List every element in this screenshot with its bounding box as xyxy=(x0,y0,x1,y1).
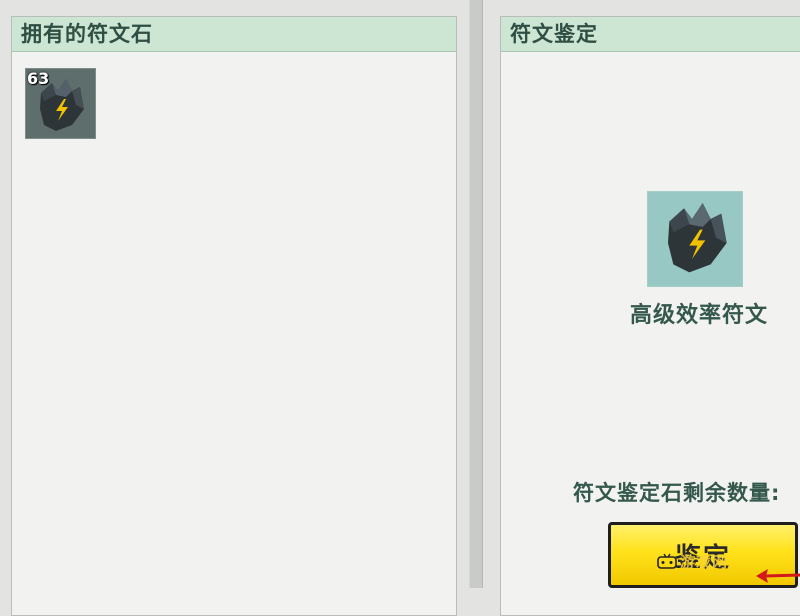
lightning-rune-stone-icon xyxy=(668,203,727,273)
red-arrow-icon xyxy=(756,569,800,583)
selected-rune-name: 高级效率符文 xyxy=(629,303,768,328)
owned-rune-stones-panel: 拥有的符文石 63 xyxy=(11,16,457,616)
watermark-text: 游戏网 xyxy=(680,553,729,571)
rune-identify-title: 符文鉴定 xyxy=(501,17,800,52)
selected-rune-preview xyxy=(647,191,743,287)
rune-stone-count: 63 xyxy=(27,69,50,88)
panel-divider xyxy=(469,0,483,588)
remaining-stones-label: 符文鉴定石剩余数量: xyxy=(573,481,781,505)
owned-rune-stones-title: 拥有的符文石 xyxy=(12,17,456,52)
rune-identify-panel: 符文鉴定 高级效率符文 符文鉴定石剩余数量: 鉴定 xyxy=(500,16,800,616)
game-controller-icon xyxy=(657,553,677,569)
rune-stone-slot[interactable]: 63 xyxy=(25,68,96,139)
